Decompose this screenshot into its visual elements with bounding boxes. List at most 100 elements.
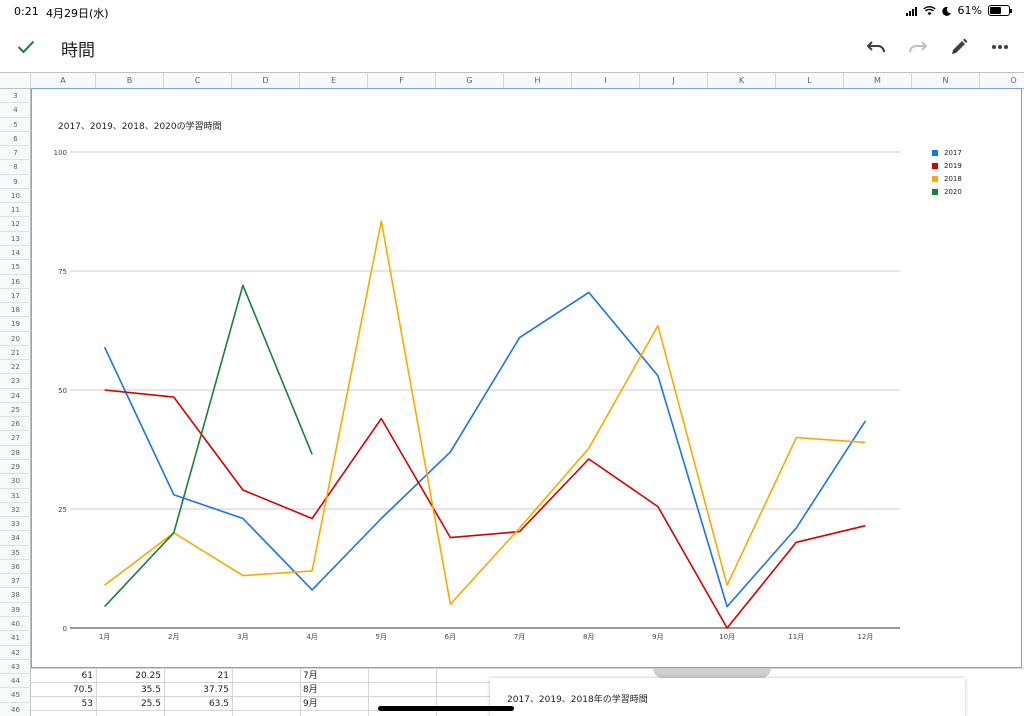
x-tick-label: 9月 (652, 633, 663, 641)
chart-line-study-time[interactable]: 2017、2019、2018、2020の学習時間 0 25 50 75 100 1月 2月 3… (31, 88, 1022, 668)
column-header-l[interactable]: L (776, 73, 844, 89)
row-header-14[interactable]: 14 (0, 246, 31, 261)
column-header-h[interactable]: H (504, 73, 572, 89)
row-header-12[interactable]: 12 (0, 217, 31, 232)
legend-item-2017[interactable]: 2017 (932, 146, 962, 159)
cell-c-row-46[interactable]: 63.5 (164, 697, 232, 711)
column-header-e[interactable]: E (300, 73, 368, 89)
cell-c-row-45[interactable]: 37.75 (164, 683, 232, 697)
more-horizontal-icon (992, 45, 1008, 49)
column-header-b[interactable]: B (96, 73, 164, 89)
chart-resize-handle[interactable] (653, 668, 771, 678)
edit-button[interactable] (947, 35, 971, 59)
row-header-18[interactable]: 18 (0, 303, 31, 318)
row-header-41[interactable]: 41 (0, 631, 31, 646)
row-header-17[interactable]: 17 (0, 289, 31, 304)
row-header-19[interactable]: 19 (0, 317, 31, 332)
row-header-27[interactable]: 27 (0, 431, 31, 446)
column-header-c[interactable]: C (164, 73, 232, 89)
done-check-button[interactable] (14, 35, 38, 59)
cell-a-row-45[interactable]: 70.5 (31, 683, 96, 697)
row-header-34[interactable]: 34 (0, 531, 31, 546)
redo-button[interactable] (906, 35, 930, 59)
column-header-g[interactable]: G (436, 73, 504, 89)
row-header-7[interactable]: 7 (0, 146, 31, 161)
cell-b-row-44[interactable]: 20.25 (96, 669, 164, 683)
row-header-31[interactable]: 31 (0, 489, 31, 503)
column-header-a[interactable]: A (31, 73, 96, 89)
row-header-5[interactable]: 5 (0, 118, 31, 132)
cell-a-row-44[interactable]: 61 (31, 669, 96, 683)
select-all-corner[interactable] (0, 73, 31, 89)
column-header-d[interactable]: D (232, 73, 300, 89)
row-header-15[interactable]: 15 (0, 260, 31, 275)
row-header-39[interactable]: 39 (0, 603, 31, 617)
more-options-button[interactable] (988, 35, 1012, 59)
row-header-6[interactable]: 6 (0, 132, 31, 147)
cell-b-row-46[interactable]: 25.5 (96, 697, 164, 711)
series-line-2017[interactable] (103, 291, 867, 608)
cell-e-row-44[interactable]: 7月 (300, 669, 368, 683)
column-header-i[interactable]: I (572, 73, 640, 89)
column-header-f[interactable]: F (368, 73, 436, 89)
legend-label: 2020 (944, 187, 962, 196)
row-header-28[interactable]: 28 (0, 446, 31, 461)
row-header-42[interactable]: 42 (0, 646, 31, 660)
row-header-4[interactable]: 4 (0, 103, 31, 118)
x-tick-label: 7月 (514, 633, 525, 641)
chart-legend: 2017 2019 2018 2020 (932, 146, 962, 198)
home-indicator[interactable] (378, 706, 514, 711)
row-header-21[interactable]: 21 (0, 346, 31, 361)
x-tick-label: 1月 (99, 633, 110, 641)
moon-icon (941, 6, 951, 16)
row-header-40[interactable]: 40 (0, 617, 31, 632)
undo-button[interactable] (864, 35, 888, 59)
row-header-29[interactable]: 29 (0, 460, 31, 475)
row-header-20[interactable]: 20 (0, 332, 31, 346)
column-header-o[interactable]: O (980, 73, 1024, 89)
legend-item-2019[interactable]: 2019 (932, 159, 962, 172)
chart-study-time-2017-2019-2018[interactable]: 2017、2019、2018年の学習時間 (490, 678, 965, 716)
y-tick-label: 50 (58, 387, 67, 395)
column-header-m[interactable]: M (844, 73, 912, 89)
row-header-22[interactable]: 22 (0, 360, 31, 375)
row-header-23[interactable]: 23 (0, 374, 31, 389)
column-header-n[interactable]: N (912, 73, 980, 89)
chart-plot: 0 25 50 75 100 1月 2月 3月 4月 5月 6月 7月 8月 9月 10月 11月 12月 (54, 149, 900, 641)
row-header-8[interactable]: 8 (0, 160, 31, 175)
row-header-30[interactable]: 30 (0, 474, 31, 489)
column-header-k[interactable]: K (708, 73, 776, 89)
battery-fill (990, 7, 1001, 14)
row-header-33[interactable]: 33 (0, 517, 31, 532)
row-header-38[interactable]: 38 (0, 588, 31, 603)
cell-a-row-46[interactable]: 53 (31, 697, 96, 711)
legend-label: 2019 (944, 161, 962, 170)
row-header-3[interactable]: 3 (0, 89, 31, 104)
cell-b-row-45[interactable]: 35.5 (96, 683, 164, 697)
row-header-32[interactable]: 32 (0, 503, 31, 518)
series-line-2018[interactable] (104, 220, 866, 606)
row-header-24[interactable]: 24 (0, 389, 31, 403)
cell-e-row-46[interactable]: 9月 (300, 697, 368, 711)
legend-item-2018[interactable]: 2018 (932, 172, 962, 185)
row-header-44[interactable]: 44 (0, 674, 31, 689)
row-header-46[interactable]: 46 (0, 703, 31, 716)
column-header-j[interactable]: J (640, 73, 708, 89)
checkmark-icon (17, 40, 35, 54)
row-header-35[interactable]: 35 (0, 546, 31, 560)
row-header-10[interactable]: 10 (0, 189, 31, 204)
cell-e-row-45[interactable]: 8月 (300, 683, 368, 697)
cell-c-row-44[interactable]: 21 (164, 669, 232, 683)
row-header-37[interactable]: 37 (0, 574, 31, 589)
row-header-36[interactable]: 36 (0, 560, 31, 575)
row-header-26[interactable]: 26 (0, 417, 31, 432)
row-header-25[interactable]: 25 (0, 403, 31, 418)
row-header-43[interactable]: 43 (0, 660, 31, 675)
row-header-9[interactable]: 9 (0, 175, 31, 189)
legend-item-2020[interactable]: 2020 (932, 185, 962, 198)
legend-swatch (932, 162, 938, 169)
row-header-45[interactable]: 45 (0, 688, 31, 703)
row-header-11[interactable]: 11 (0, 203, 31, 218)
row-header-13[interactable]: 13 (0, 232, 31, 246)
row-header-16[interactable]: 16 (0, 275, 31, 289)
